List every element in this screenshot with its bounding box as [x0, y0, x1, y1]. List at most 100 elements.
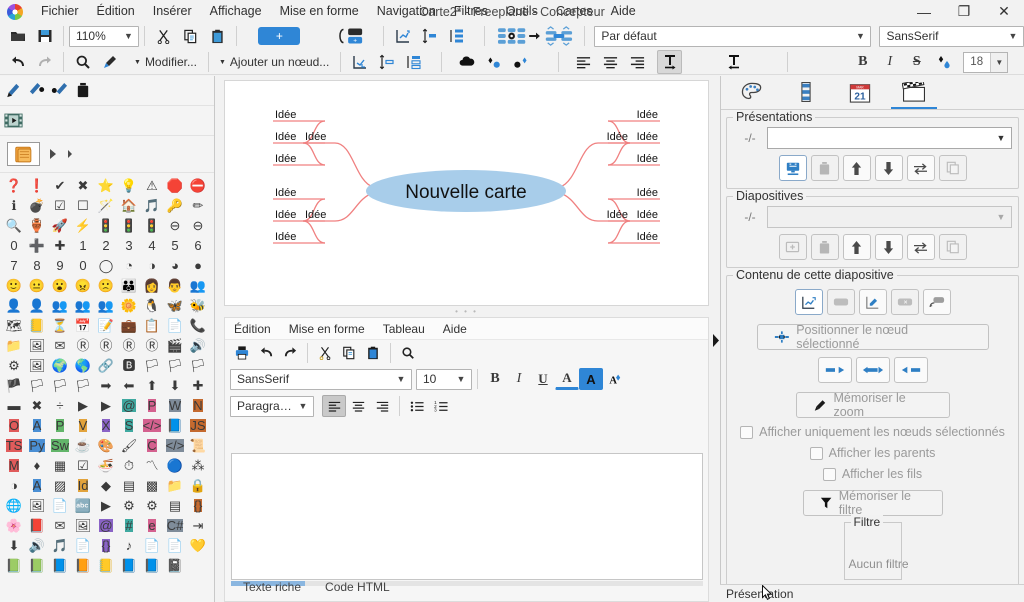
save-icon[interactable]: [32, 24, 57, 48]
palette-icon-51[interactable]: 👩: [141, 276, 163, 295]
palette-icon-70[interactable]: 📄: [164, 316, 186, 335]
palette-icon-174[interactable]: 📙: [72, 556, 94, 575]
list-spacing-outline-icon[interactable]: [401, 50, 426, 74]
remove-first-icon-tool-icon[interactable]: [26, 80, 47, 101]
palette-icon-1[interactable]: ❗: [26, 176, 48, 195]
remember-filter-button[interactable]: Mémoriser le filtre: [803, 490, 943, 516]
palette-icon-4[interactable]: ⭐: [95, 176, 117, 195]
numbered-list-icon[interactable]: 123: [429, 395, 453, 417]
palette-icon-110[interactable]: P: [49, 416, 71, 435]
calendar-tab[interactable]: MAR21: [837, 77, 883, 109]
palette-icon-18[interactable]: 🔍: [3, 216, 25, 235]
presentation-combo[interactable]: ▼: [767, 127, 1012, 149]
palette-icon-127[interactable]: ♦: [26, 456, 48, 475]
palette-icon-26[interactable]: ⊖: [187, 216, 209, 235]
palette-icon-149[interactable]: ⚙: [118, 496, 140, 515]
palette-icon-143[interactable]: 🔒: [187, 476, 209, 495]
palette-icon-13[interactable]: 🪄: [95, 196, 117, 215]
editor-text-color-button[interactable]: A: [555, 368, 579, 390]
palette-icon-93[interactable]: 🏳: [72, 376, 94, 395]
palette-icon-114[interactable]: </>: [141, 416, 163, 435]
node-spacing-icon[interactable]: [417, 24, 442, 48]
palette-icon-59[interactable]: 🌼: [118, 296, 140, 315]
add-node-dropdown-button[interactable]: ▼ Ajouter un nœud...: [214, 51, 334, 73]
place-left-button[interactable]: [818, 357, 852, 383]
palette-icon-159[interactable]: e: [141, 516, 163, 535]
redo-icon[interactable]: [32, 50, 57, 74]
palette-icon-177[interactable]: 📘: [141, 556, 163, 575]
cut-icon[interactable]: [151, 24, 176, 48]
palette-icon-154[interactable]: 📕: [26, 516, 48, 535]
move-up-slide-button[interactable]: [843, 234, 871, 260]
palette-icon-165[interactable]: 📄: [72, 536, 94, 555]
media-clip-icon[interactable]: [3, 110, 24, 131]
palette-icon-44[interactable]: ●: [187, 256, 209, 275]
palette-icon-142[interactable]: 📁: [164, 476, 186, 495]
palette-icon-37[interactable]: 8: [26, 256, 48, 275]
palette-icon-175[interactable]: 📒: [95, 556, 117, 575]
editor-highlight-button[interactable]: A: [579, 368, 603, 390]
palette-icon-151[interactable]: ▤: [164, 496, 186, 515]
map-node-label[interactable]: Idée: [275, 153, 296, 165]
move-down-presentation-button[interactable]: [875, 155, 903, 181]
palette-icon-171[interactable]: 📗: [3, 556, 25, 575]
styles-tab[interactable]: [729, 77, 775, 109]
palette-icon-173[interactable]: 📘: [49, 556, 71, 575]
editor-underline-button[interactable]: U: [531, 368, 555, 390]
palette-icon-17[interactable]: ✏: [187, 196, 209, 215]
palette-icon-41[interactable]: ◔: [118, 256, 140, 275]
close-button[interactable]: ✕: [984, 0, 1024, 23]
palette-icon-169[interactable]: 📄: [164, 536, 186, 555]
bullet-list-icon[interactable]: [405, 395, 429, 417]
palette-icon-99[interactable]: ▬: [3, 396, 25, 415]
palette-icon-49[interactable]: 🙁: [95, 276, 117, 295]
palette-icon-139[interactable]: ◆: [95, 476, 117, 495]
palette-icon-32[interactable]: 3: [118, 236, 140, 255]
layout-transform-icon[interactable]: [495, 24, 577, 48]
palette-icon-153[interactable]: 🌸: [3, 516, 25, 535]
palette-icon-74[interactable]: ✉: [49, 336, 71, 355]
palette-icon-22[interactable]: 🚦: [95, 216, 117, 235]
fit-selection-icon[interactable]: [347, 50, 372, 74]
palette-icon-148[interactable]: ▶: [95, 496, 117, 515]
palette-icon-116[interactable]: JS: [187, 416, 209, 435]
paste-icon[interactable]: [361, 342, 385, 364]
slide-combo[interactable]: ▼: [767, 206, 1012, 228]
palette-icon-21[interactable]: ⚡: [72, 216, 94, 235]
palette-icon-3[interactable]: ✖: [72, 176, 94, 195]
font-size-spinner[interactable]: 18 ▼: [963, 52, 1008, 73]
tab-code-html[interactable]: Code HTML: [313, 577, 402, 597]
palette-icon-62[interactable]: 🐝: [187, 296, 209, 315]
palette-icon-106[interactable]: W: [164, 396, 186, 415]
palette-icon-167[interactable]: ♪: [118, 536, 140, 555]
menu-item-aide[interactable]: Aide: [602, 1, 645, 22]
palette-icon-11[interactable]: ☑: [49, 196, 71, 215]
delete-presentation-button[interactable]: [811, 155, 839, 181]
palette-icon-50[interactable]: 👪: [118, 276, 140, 295]
palette-icon-97[interactable]: ⬇: [164, 376, 186, 395]
map-node-label[interactable]: Idée: [637, 231, 658, 243]
attributes-tab[interactable]: [783, 77, 829, 109]
show-parents-checkbox[interactable]: [810, 447, 823, 460]
align-left-icon[interactable]: [571, 50, 596, 74]
cloud-color-icon[interactable]: [481, 50, 506, 74]
paste-icon[interactable]: [205, 24, 230, 48]
remove-last-icon-tool-icon[interactable]: [49, 80, 70, 101]
palette-icon-113[interactable]: S: [118, 416, 140, 435]
palette-icon-102[interactable]: ▶: [72, 396, 94, 415]
palette-icon-27[interactable]: 0: [3, 236, 25, 255]
palette-icon-104[interactable]: @: [118, 396, 140, 415]
map-node-label[interactable]: Idée: [275, 131, 296, 143]
menu-item-mise-en-forme[interactable]: Mise en forme: [271, 1, 368, 22]
editor-clear-format-icon[interactable]: A: [603, 368, 627, 390]
map-node-label[interactable]: Idée: [637, 153, 658, 165]
paragraph-style-combo[interactable]: Paragrap... ▼: [230, 396, 314, 417]
palette-icon-161[interactable]: ⇥: [187, 516, 209, 535]
palette-icon-115[interactable]: 📘: [164, 416, 186, 435]
palette-icon-90[interactable]: 🏴: [3, 376, 25, 395]
palette-icon-31[interactable]: 2: [95, 236, 117, 255]
palette-icon-144[interactable]: 🌐: [3, 496, 25, 515]
text-direction-rtl-icon[interactable]: [721, 50, 746, 74]
map-node-label[interactable]: Idée: [637, 131, 658, 143]
remove-nodes-button[interactable]: ✕: [891, 289, 919, 315]
